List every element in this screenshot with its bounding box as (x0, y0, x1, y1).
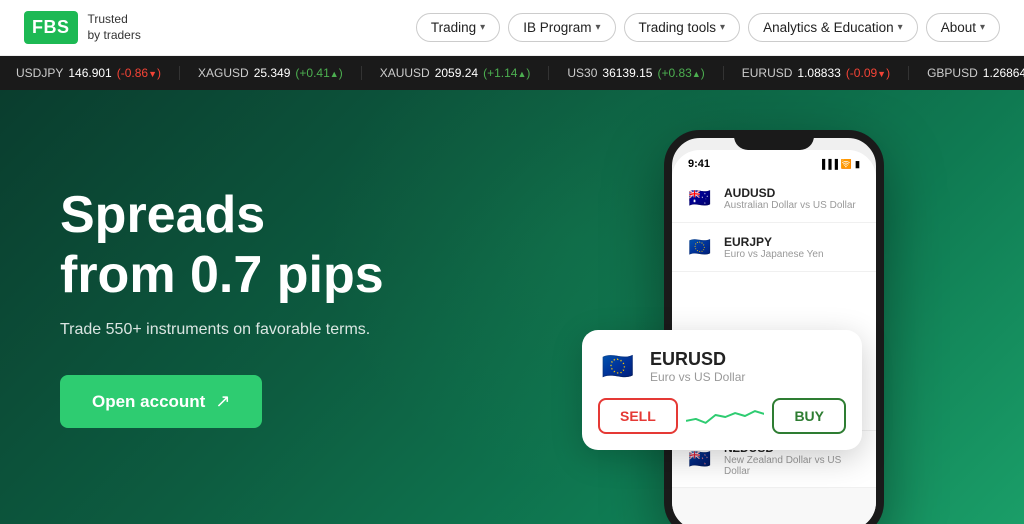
chevron-down-icon: ▾ (720, 22, 725, 33)
pair-desc-nzdusd: New Zealand Dollar vs US Dollar (724, 455, 862, 477)
header: FBS Trusted by traders Trading ▾ IB Prog… (0, 0, 1024, 56)
ticker-item-gbpusd: GBPUSD 1.26864 (909, 66, 1024, 80)
logo-fbs: FBS (24, 11, 78, 44)
popup-pair-desc: Euro vs US Dollar (650, 370, 745, 384)
chevron-down-icon: ▾ (595, 22, 600, 33)
phone-time: 9:41 (688, 158, 710, 170)
wifi-icon: 🛜 (841, 159, 852, 170)
popup-pair-name: EURUSD (650, 349, 745, 370)
sell-button[interactable]: SELL (598, 398, 678, 434)
nav-ib-program[interactable]: IB Program ▾ (508, 13, 615, 42)
chevron-down-icon: ▾ (898, 22, 903, 33)
battery-icon: ▮ (855, 159, 860, 170)
ticker-item-xagusd: XAGUSD 25.349 (+0.41) (180, 66, 362, 80)
ticker-item-eurusd: EURUSD 1.08833 (-0.09) (724, 66, 909, 80)
ticker-item-xauusd: XAUUSD 2059.24 (+1.14) (362, 66, 550, 80)
popup-actions: SELL BUY (598, 398, 846, 434)
chevron-down-icon: ▾ (980, 22, 985, 33)
popup-flag-eurusd: 🇪🇺 (598, 346, 638, 386)
open-account-button[interactable]: Open account ↗ (60, 375, 262, 428)
hero-title: Spreads from 0.7 pips (60, 186, 964, 306)
phone-status-bar: 9:41 ▐▐▐ 🛜 ▮ (672, 150, 876, 174)
signal-icon: ▐▐▐ (819, 159, 838, 169)
hero-section: Spreads from 0.7 pips Trade 550+ instrum… (0, 90, 1024, 524)
eurusd-popup: 🇪🇺 EURUSD Euro vs US Dollar SELL BUY (582, 330, 862, 450)
phone-status-icons: ▐▐▐ 🛜 ▮ (819, 159, 860, 170)
ticker-item-usdjpy: USDJPY 146.901 (-0.86) (16, 66, 180, 80)
nav-about[interactable]: About ▾ (926, 13, 1000, 42)
ticker-bar: USDJPY 146.901 (-0.86) XAGUSD 25.349 (+0… (0, 56, 1024, 90)
nav-trading-tools[interactable]: Trading tools ▾ (624, 13, 741, 42)
popup-header: 🇪🇺 EURUSD Euro vs US Dollar (598, 346, 846, 386)
buy-button[interactable]: BUY (772, 398, 846, 434)
nav-analytics-education[interactable]: Analytics & Education ▾ (748, 13, 918, 42)
chevron-down-icon: ▾ (480, 22, 485, 33)
nav-trading[interactable]: Trading ▾ (416, 13, 500, 42)
arrow-icon: ↗ (215, 391, 230, 412)
phone-notch (734, 130, 814, 150)
ticker-item-us30: US30 36139.15 (+0.83) (549, 66, 723, 80)
logo[interactable]: FBS Trusted by traders (24, 11, 141, 44)
logo-tagline: Trusted by traders (88, 12, 141, 43)
mini-chart (686, 401, 765, 431)
main-nav: Trading ▾ IB Program ▾ Trading tools ▾ A… (416, 13, 1000, 42)
